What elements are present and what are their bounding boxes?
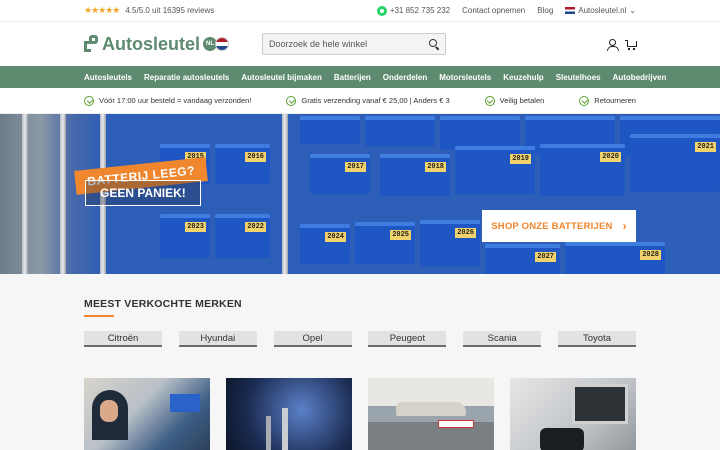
bin: 2027 xyxy=(485,244,560,274)
nav-item-onderdelen[interactable]: Onderdelen xyxy=(383,73,427,82)
brand-button-toyota[interactable]: Toyota xyxy=(557,331,636,347)
blog-link[interactable]: Blog xyxy=(537,6,553,15)
bin-label: 2024 xyxy=(325,232,346,242)
bin: 2028 xyxy=(565,242,665,274)
rating-stars-icon: ★★★★★ xyxy=(84,5,120,15)
bin: 2017 xyxy=(310,154,370,194)
bin-label: 2022 xyxy=(245,222,266,232)
search-box xyxy=(262,33,447,55)
cart-icon[interactable] xyxy=(625,39,637,50)
bin-label: 2018 xyxy=(425,162,446,172)
usp-label: Vóór 17:00 uur besteld = vandaag verzond… xyxy=(99,96,252,105)
bin: 2016 xyxy=(215,144,270,184)
rack-pole xyxy=(282,114,288,274)
service-cards xyxy=(0,347,720,450)
check-circle-icon xyxy=(286,95,297,106)
usp-item: Gratis verzending vanaf € 25,00 | Anders… xyxy=(286,95,450,106)
phone-number: +31 852 735 232 xyxy=(389,5,451,15)
whatsapp-icon xyxy=(376,5,387,16)
bin-label: 2020 xyxy=(600,152,621,162)
logo-flag-icon xyxy=(215,37,230,51)
bin-label: 2026 xyxy=(455,228,476,238)
header-icons xyxy=(607,38,637,51)
usp-label: Retourneren xyxy=(594,96,636,105)
nav-item-sleutelhoes[interactable]: Sleutelhoes xyxy=(556,73,601,82)
bin-label: 2016 xyxy=(245,152,266,162)
nav-item-autosleutels[interactable]: Autosleutels xyxy=(84,73,132,82)
brand-button-opel[interactable]: Opel xyxy=(273,331,352,347)
bin-label: 2021 xyxy=(695,142,716,152)
flag-nl-icon xyxy=(565,7,576,15)
bin: 2023 xyxy=(160,214,210,258)
nav-item-motorsleutels[interactable]: Motorsleutels xyxy=(439,73,491,82)
hero-banner[interactable]: 2017 2018 2019 2020 2021 2024 2025 2026 … xyxy=(0,114,720,274)
logo[interactable]: Autosleutel NL xyxy=(84,33,230,55)
check-circle-icon xyxy=(579,95,590,106)
top-bar: ★★★★★ 4.5/5.0 uit 16395 reviews +31 852 … xyxy=(0,0,720,22)
bin: 2021 xyxy=(630,134,720,192)
nav-item-reparatie[interactable]: Reparatie autosleutels xyxy=(144,73,229,82)
search-icon[interactable] xyxy=(429,39,439,49)
logo-text: Autosleutel xyxy=(102,33,201,54)
check-circle-icon xyxy=(484,95,495,106)
chevron-down-icon: ⌄ xyxy=(629,6,636,15)
bin: 2026 xyxy=(420,220,480,266)
bin xyxy=(365,116,435,146)
rack-pole xyxy=(60,114,66,274)
brand-button-hyundai[interactable]: Hyundai xyxy=(178,331,257,347)
shop-batteries-label: SHOP ONZE BATTERIJEN xyxy=(491,220,613,232)
bin-label: 2025 xyxy=(390,230,411,240)
service-card-image[interactable] xyxy=(510,378,636,450)
bin-label: 2023 xyxy=(185,222,206,232)
bin xyxy=(300,116,360,144)
bin-label: 2017 xyxy=(345,162,366,172)
nav-item-batterijen[interactable]: Batterijen xyxy=(334,73,371,82)
bin: 2025 xyxy=(355,222,415,264)
bin-label: 2019 xyxy=(510,154,531,164)
nav-item-keuzehulp[interactable]: Keuzehulp xyxy=(503,73,543,82)
bin: 2020 xyxy=(540,144,625,196)
brand-button-citroen[interactable]: Citroën xyxy=(84,331,162,347)
promo-subheadline: GEEN PANIEK! xyxy=(85,180,201,206)
usp-item: Veilig betalen xyxy=(484,95,545,106)
chevron-right-icon: › xyxy=(622,219,627,233)
key-logo-icon xyxy=(84,35,100,53)
rating-text[interactable]: 4.5/5.0 uit 16395 reviews xyxy=(125,6,214,15)
bin-label: 2028 xyxy=(640,250,661,260)
nav-item-autobedrijven[interactable]: Autobedrijven xyxy=(613,73,667,82)
top-bar-links: +31 852 735 232 Contact opnemen Blog Aut… xyxy=(376,5,636,16)
usp-item: Vóór 17:00 uur besteld = vandaag verzond… xyxy=(84,95,252,106)
bin: 2018 xyxy=(380,154,450,196)
main-nav: Autosleutels Reparatie autosleutels Auto… xyxy=(0,66,720,88)
bin-label: 2027 xyxy=(535,252,556,262)
bin: 2024 xyxy=(300,224,350,264)
shop-batteries-button[interactable]: SHOP ONZE BATTERIJEN › xyxy=(482,210,636,242)
phone-link[interactable]: +31 852 735 232 xyxy=(376,5,451,16)
service-card-image[interactable] xyxy=(84,378,210,450)
usp-bar: Vóór 17:00 uur besteld = vandaag verzond… xyxy=(0,88,720,114)
bin: 2022 xyxy=(215,214,270,258)
service-card-image[interactable] xyxy=(226,378,352,450)
search-input[interactable] xyxy=(269,39,430,49)
user-icon[interactable] xyxy=(607,38,619,51)
usp-label: Veilig betalen xyxy=(499,96,545,105)
service-card-image[interactable] xyxy=(368,378,494,450)
check-circle-icon xyxy=(84,95,94,106)
title-underline xyxy=(84,315,114,317)
header: Autosleutel NL xyxy=(0,22,720,66)
site-selector-label: Autosleutel.nl xyxy=(578,6,627,15)
bin: 2019 xyxy=(455,146,535,194)
usp-label: Gratis verzending vanaf € 25,00 | Anders… xyxy=(301,96,450,105)
usp-item: Retourneren xyxy=(579,95,636,106)
brands-title: MEEST VERKOCHTE MERKEN xyxy=(84,298,242,310)
contact-link[interactable]: Contact opnemen xyxy=(462,6,525,15)
brand-list: Citroën Hyundai Opel Peugeot Scania Toyo… xyxy=(84,331,636,347)
nav-item-bijmaken[interactable]: Autosleutel bijmaken xyxy=(241,73,321,82)
site-selector[interactable]: Autosleutel.nl ⌄ xyxy=(565,6,636,15)
brand-button-peugeot[interactable]: Peugeot xyxy=(368,331,447,347)
brand-button-scania[interactable]: Scania xyxy=(463,331,542,347)
rack-pole xyxy=(22,114,28,274)
brands-section: MEEST VERKOCHTE MERKEN Citroën Hyundai O… xyxy=(0,274,720,347)
bin xyxy=(440,116,520,150)
